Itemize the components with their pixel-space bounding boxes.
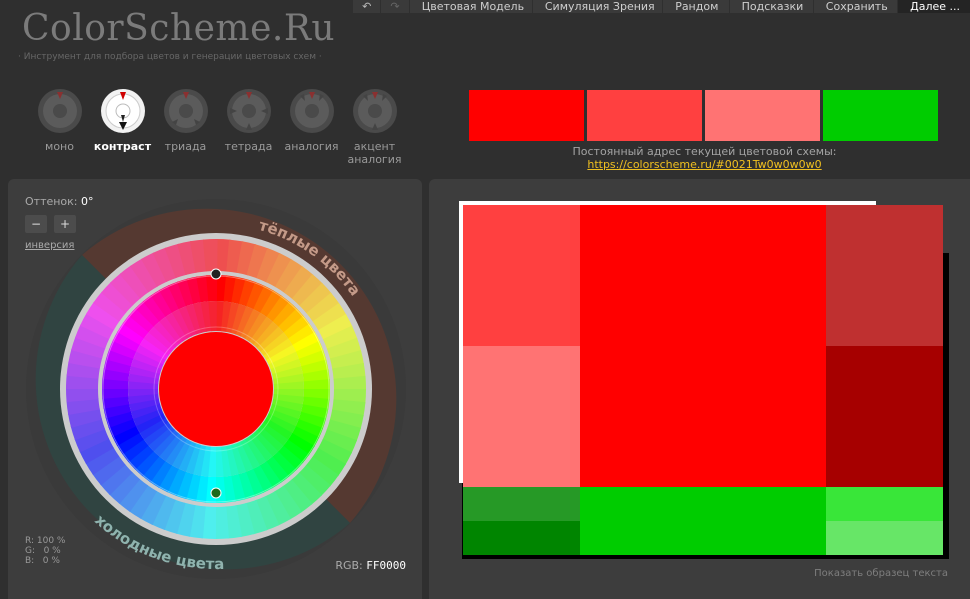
mode-label: триада [164,140,207,153]
complement-dark-2[interactable] [463,521,580,555]
primary-main[interactable] [580,205,826,487]
red-percent: R: 100 % [25,536,66,546]
complement-hue-handle[interactable] [210,487,222,499]
primary-dark-1[interactable] [826,205,943,346]
blue-percent: B: 0 % [25,556,60,566]
mode-label: тетрада [224,140,273,153]
color-wheel[interactable]: тёплые цвета холодные цвета [26,199,406,579]
swatch-2[interactable] [587,90,702,141]
mode-label: аналогия [284,140,339,153]
mode-triad[interactable]: триада [154,88,217,166]
mono-knob-icon [37,89,82,133]
mode-label: моно [45,140,74,153]
rgb-percentages: R: 100 % G: 0 % B: 0 % [25,536,65,566]
hue-decrement-button[interactable]: − [25,215,47,233]
menu-hints[interactable]: Подсказки [729,0,813,13]
complement-dark-1[interactable] [463,487,580,521]
site-tagline: · Инструмент для подбора цветов и генера… [18,52,322,62]
color-wheel-panel: тёплые цвета холодные цвета Оттенок: 0° … [8,179,422,599]
mode-contrast[interactable]: контраст [91,88,154,166]
mode-analogy[interactable]: аналогия [280,88,343,166]
permalink-label: Постоянный адрес текущей цветовой схемы: [572,145,837,158]
complement-light-1[interactable] [826,487,943,521]
green-percent: G: 0 % [25,546,61,556]
hue-label: Оттенок: 0° [25,195,94,208]
selected-hue-center [159,332,273,446]
mode-tetrad[interactable]: тетрада [217,88,280,166]
top-menu: ↶ ↷ Цветовая Модель Симуляция Зрения Ран… [352,0,970,13]
scheme-preview [459,201,949,559]
tetrad-knob-icon [226,89,271,133]
analogy-knob-icon [289,89,334,133]
primary-light-1[interactable] [463,205,580,346]
accent-analogy-knob-icon [352,89,397,133]
site-logo[interactable]: ColorScheme.Ru [22,8,335,49]
show-sample-text-link[interactable]: Показать образец текста [814,568,948,579]
primary-dark-2[interactable] [826,346,943,487]
menu-save[interactable]: Сохранить [813,0,898,13]
scheme-swatches [469,90,941,141]
mode-mono[interactable]: моно [28,88,91,166]
contrast-knob-icon [100,89,145,133]
swatch-3[interactable] [705,90,820,141]
mode-label: акцент аналогия [347,140,402,166]
mode-accent-analogy[interactable]: акцент аналогия [343,88,406,166]
hue-value: 0° [81,195,94,208]
primary-light-2[interactable] [463,346,580,487]
menu-more[interactable]: Далее ... [898,0,970,13]
complement-main[interactable] [580,487,826,555]
rgb-hex-value[interactable]: FF0000 [366,559,406,572]
menu-vision-simulation[interactable]: Симуляция Зрения [532,0,663,13]
menu-random[interactable]: Рандом [663,0,729,13]
undo-icon[interactable]: ↶ [353,0,381,13]
scheme-preview-panel: Показать образец текста [429,179,970,599]
primary-hue-handle[interactable] [210,268,222,280]
complement-light-2[interactable] [826,521,943,555]
scheme-mode-selector: моно контраст триада тетрада аналогия ак… [28,88,406,166]
menu-color-model[interactable]: Цветовая Модель [409,0,532,13]
rgb-hex-readout: RGB: FF0000 [335,559,406,572]
triad-knob-icon [163,89,208,133]
hue-increment-button[interactable]: + [54,215,76,233]
redo-icon[interactable]: ↷ [381,0,409,13]
mode-label: контраст [93,140,152,153]
swatch-1[interactable] [469,90,584,141]
permalink-link[interactable]: https://colorscheme.ru/#0021Tw0w0w0w0 [469,158,940,171]
invert-link[interactable]: инверсия [25,240,74,251]
swatch-4[interactable] [823,90,938,141]
